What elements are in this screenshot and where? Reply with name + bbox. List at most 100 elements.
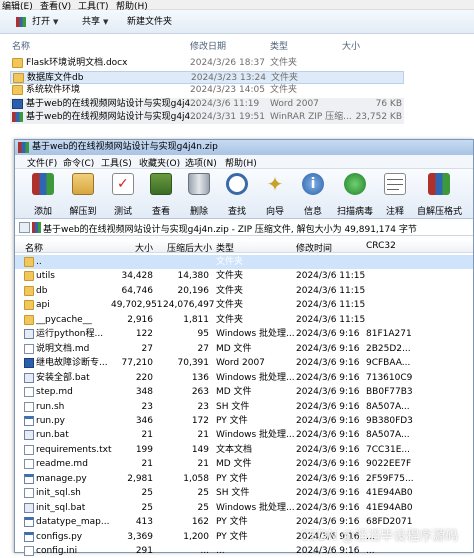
file-name: Flask环境说明文档.docx: [26, 58, 128, 68]
winrar-title-bar[interactable]: 基于web的在线视频网站设计与实现g4j4n.zip: [15, 140, 473, 155]
new-folder-button[interactable]: 新建文件夹: [125, 15, 174, 30]
entry-size: 34,428: [121, 271, 154, 282]
file-row[interactable]: 基于web的在线视频网站设计与实现g4j4... 2024/3/31 19:51 W…: [10, 111, 404, 125]
file-type: 文件夹: [271, 72, 299, 83]
entry-name: db: [36, 285, 48, 296]
archive-row[interactable]: api 49,702,951 24,076,497 文件夹 2024/3/6 11:15: [15, 298, 473, 312]
archive-row[interactable]: 继电故障诊断专... 77,210 70,391 Word 2007 2024/3/6 …: [15, 356, 473, 370]
file-icon: [24, 546, 34, 556]
sfx-button[interactable]: 自解压格式: [417, 173, 462, 217]
folder-icon: [24, 271, 34, 282]
archive-row[interactable]: init_sql.sh 25 25 SH 文件 2024/3/6 9:16 41E94AB…: [15, 486, 473, 500]
col-size[interactable]: 大小: [135, 241, 153, 254]
explorer-column-header: 名称 修改日期 类型 大小: [0, 37, 474, 52]
entry-packed-size: 21: [197, 459, 209, 470]
entry-modified: 2024/3/6 11:15: [296, 285, 366, 296]
view-icon: [150, 173, 172, 195]
folder-icon: [13, 72, 24, 83]
archive-column-header: 名称 大小 压缩后大小 类型 修改时间 CRC32: [15, 240, 473, 254]
entry-type: MD 文件: [216, 387, 252, 398]
menu-file[interactable]: 文件(F): [27, 156, 57, 169]
archive-row[interactable]: utils 34,428 14,380 文件夹 2024/3/6 11:15: [15, 269, 473, 283]
entry-modified: 2024/3/6 11:15: [296, 300, 366, 311]
archive-row[interactable]: __pycache__ 2,916 1,811 文件夹 2024/3/6 11:15: [15, 313, 473, 327]
archive-row[interactable]: 运行python程... 122 95 Windows 批处理... 2024/3/6 …: [15, 327, 473, 341]
menu-help[interactable]: 帮助(H): [225, 156, 257, 169]
entry-crc32: 9CFBAA...: [366, 358, 411, 369]
menu-favorites[interactable]: 收藏夹(O): [139, 156, 180, 169]
entry-size: 21: [141, 459, 153, 470]
archive-row[interactable]: readme.md 21 21 MD 文件 2024/3/6 9:16 9022EE7F: [15, 457, 473, 471]
entry-packed-size: 1,058: [183, 473, 209, 484]
archive-row[interactable]: config.ini 291...... 2024/3/6 9:16...: [15, 544, 473, 558]
col-type[interactable]: 类型: [216, 241, 234, 254]
file-type: Word 2007: [270, 98, 319, 109]
file-name: 系统软件环境: [26, 85, 81, 96]
entry-name: config.ini: [36, 546, 78, 556]
col-date[interactable]: 修改日期: [190, 39, 226, 52]
col-type[interactable]: 类型: [270, 39, 288, 52]
col-modified[interactable]: 修改时间: [296, 241, 332, 254]
entry-type: Windows 批处理...: [216, 372, 295, 383]
entry-packed-size: 1,200: [183, 531, 209, 542]
menu-command[interactable]: 命令(C): [63, 156, 94, 169]
word-document-icon: [12, 98, 23, 109]
up-folder-icon[interactable]: [19, 222, 30, 233]
menu-tools[interactable]: 工具(S): [101, 156, 132, 169]
entry-crc32: 41E94AB0: [366, 488, 413, 499]
entry-packed-size: 1,811: [183, 314, 209, 325]
archive-row[interactable]: init_sql.bat 25 25 Windows 批处理... 2024/3/6 9…: [15, 501, 473, 515]
test-button[interactable]: ✓ 测试: [105, 173, 141, 217]
archive-row[interactable]: run.sh 23 23 SH 文件 2024/3/6 9:16 8A507A...: [15, 400, 473, 414]
comment-button[interactable]: 注释: [377, 173, 413, 217]
archive-row[interactable]: requirements.txt 199 149 文本文档 2024/3/6 9:16 7…: [15, 443, 473, 457]
archive-row[interactable]: 安装全部.bat 220 136 Windows 批处理... 2024/3/6 9:1…: [15, 371, 473, 385]
open-button[interactable]: 打开 ▼: [16, 15, 60, 30]
add-button[interactable]: 添加: [25, 173, 61, 217]
winrar-icon: [16, 17, 26, 27]
folder-icon: [12, 58, 23, 68]
menu-options[interactable]: 选项(N): [185, 156, 217, 169]
virus-scan-button[interactable]: 扫描病毒: [337, 173, 373, 217]
share-button[interactable]: 共享 ▼: [80, 15, 110, 30]
entry-modified: 2024/3/6 9:16: [296, 387, 360, 398]
archive-row[interactable]: manage.py 2,981 1,058 PY 文件 2024/3/6 9:16 2F5…: [15, 472, 473, 486]
delete-button[interactable]: 删除: [181, 173, 217, 217]
file-row[interactable]: 基于web的在线视频网站设计与实现g4j4... 2024/3/6 11:19 Wo…: [10, 97, 404, 111]
extract-to-label: 解压到: [69, 207, 97, 217]
entry-name: init_sql.bat: [36, 502, 86, 513]
winrar-archive-icon: [12, 112, 23, 123]
archive-row[interactable]: 说明文档.md 27 27 MD 文件 2024/3/6 9:16 2B25D2...: [15, 342, 473, 356]
col-packed[interactable]: 压缩后大小: [167, 241, 212, 254]
folder-icon: [12, 85, 23, 96]
archive-row[interactable]: step.md 348 263 MD 文件 2024/3/6 9:16 BB0F77B3: [15, 385, 473, 399]
file-row[interactable]: 系统软件环境 2024/3/23 14:05 文件夹: [10, 84, 404, 97]
col-size[interactable]: 大小: [342, 39, 360, 52]
extract-to-button[interactable]: 解压到: [65, 173, 101, 217]
wizard-button[interactable]: ✦ 向导: [257, 173, 293, 217]
file-row[interactable]: Flask环境说明文档.docx 2024/3/26 18:37 文件夹: [10, 57, 404, 70]
archive-row[interactable]: db 64,746 20,196 文件夹 2024/3/6 11:15: [15, 284, 473, 298]
entry-size: 122: [135, 329, 153, 340]
add-label: 添加: [33, 207, 52, 217]
entry-size: 49,702,951: [111, 300, 163, 311]
archive-row[interactable]: run.bat 21 21 Windows 批处理... 2024/3/6 9:16 8A…: [15, 428, 473, 442]
entry-name: 继电故障诊断专...: [36, 358, 108, 369]
find-button[interactable]: 查找: [219, 173, 255, 217]
view-button[interactable]: 查看: [143, 173, 179, 217]
entry-type: SH 文件: [216, 401, 250, 412]
col-crc32[interactable]: CRC32: [366, 241, 396, 251]
winrar-window: 基于web的在线视频网站设计与实现g4j4n.zip 文件(F) 命令(C) 工…: [14, 139, 474, 556]
col-name[interactable]: 名称: [12, 39, 30, 52]
parent-folder-row[interactable]: .. 文件夹: [15, 255, 473, 270]
entry-packed-size: 263: [191, 387, 209, 398]
entry-type: SH 文件: [216, 488, 250, 499]
winrar-title: 基于web的在线视频网站设计与实现g4j4n.zip: [32, 142, 218, 152]
file-row[interactable]: 数据库文件db 2024/3/23 13:24 文件夹: [10, 70, 404, 84]
archive-row[interactable]: run.py 346 172 PY 文件 2024/3/6 9:16 9B380FD3: [15, 414, 473, 428]
entry-modified: 2024/3/6 9:16: [296, 459, 360, 470]
file-date: 2024/3/26 18:37: [190, 58, 265, 68]
info-button[interactable]: i 信息: [295, 173, 331, 217]
entry-name: readme.md: [36, 459, 88, 470]
col-name[interactable]: 名称: [25, 241, 43, 254]
